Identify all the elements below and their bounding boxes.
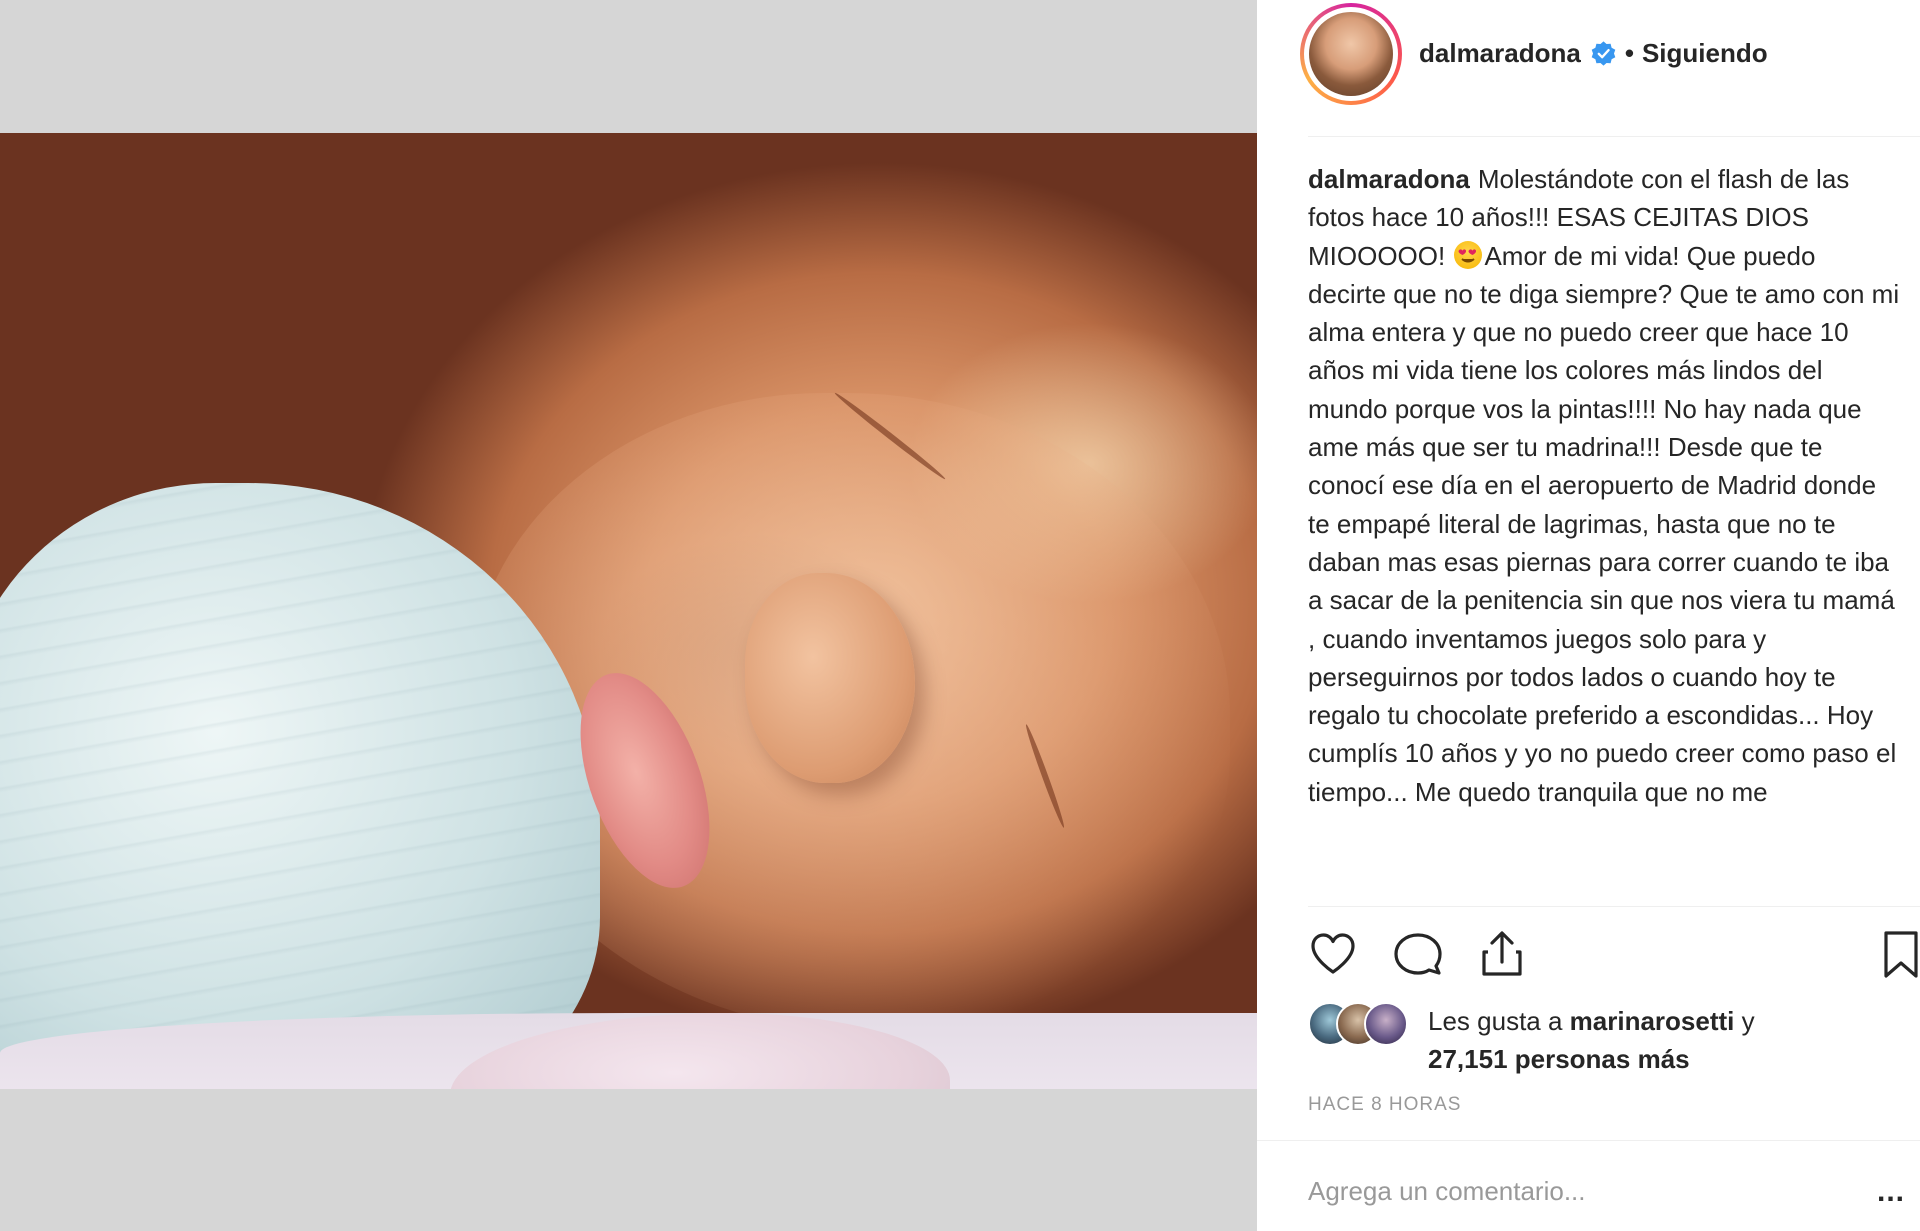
likes-conjunction: y xyxy=(1741,1006,1755,1036)
post-details-panel: dalmaradona • Siguiendo dalmaradona Moles… xyxy=(1257,0,1920,1231)
caption-scroll-area[interactable]: dalmaradona Molestándote con el flash de … xyxy=(1308,160,1900,906)
likes-summary: Les gusta a marinarosetti y 27,151 perso… xyxy=(1428,1002,1888,1078)
post-photo-sleeping-baby[interactable] xyxy=(0,133,1257,1089)
post-media-area xyxy=(0,0,1257,1231)
header-username[interactable]: dalmaradona xyxy=(1419,38,1581,69)
caption-divider xyxy=(1308,906,1920,907)
verified-badge-icon xyxy=(1591,41,1616,66)
heart-eyes-emoji-icon xyxy=(1454,240,1483,269)
caption: dalmaradona Molestándote con el flash de … xyxy=(1308,160,1900,811)
bookmark-icon[interactable] xyxy=(1873,926,1920,982)
likes-prefix: Les gusta a xyxy=(1428,1006,1563,1036)
likes-user-link[interactable]: marinarosetti xyxy=(1570,1006,1735,1036)
header-separator: • xyxy=(1624,38,1634,68)
liker-avatars xyxy=(1308,1002,1408,1048)
avatar[interactable] xyxy=(1300,3,1402,105)
likes-count-link[interactable]: 27,151 personas más xyxy=(1428,1044,1690,1074)
following-button[interactable]: Siguiendo xyxy=(1642,38,1768,69)
post-header: dalmaradona • Siguiendo xyxy=(1257,0,1920,108)
comment-bubble-icon[interactable] xyxy=(1390,926,1446,982)
post-timestamp[interactable]: HACE 8 HORAS xyxy=(1308,1094,1461,1116)
share-upload-icon[interactable] xyxy=(1474,926,1530,982)
avatar-border xyxy=(1304,7,1398,101)
liker-avatar[interactable] xyxy=(1364,1002,1408,1046)
caption-text-rest: Amor de mi vida! Que puedo decirte que n… xyxy=(1308,240,1900,807)
action-bar xyxy=(1257,920,1920,990)
heart-icon[interactable] xyxy=(1305,926,1361,982)
comment-row: ... xyxy=(1257,1140,1920,1231)
avatar-image xyxy=(1309,12,1393,96)
caption-username[interactable]: dalmaradona xyxy=(1308,164,1470,194)
comment-input[interactable] xyxy=(1308,1171,1808,1211)
header-info: dalmaradona • Siguiendo xyxy=(1419,38,1768,69)
likes-section: Les gusta a marinarosetti y 27,151 perso… xyxy=(1308,998,1908,1078)
more-options-icon[interactable]: ... xyxy=(1877,1175,1905,1209)
header-divider xyxy=(1308,136,1920,137)
